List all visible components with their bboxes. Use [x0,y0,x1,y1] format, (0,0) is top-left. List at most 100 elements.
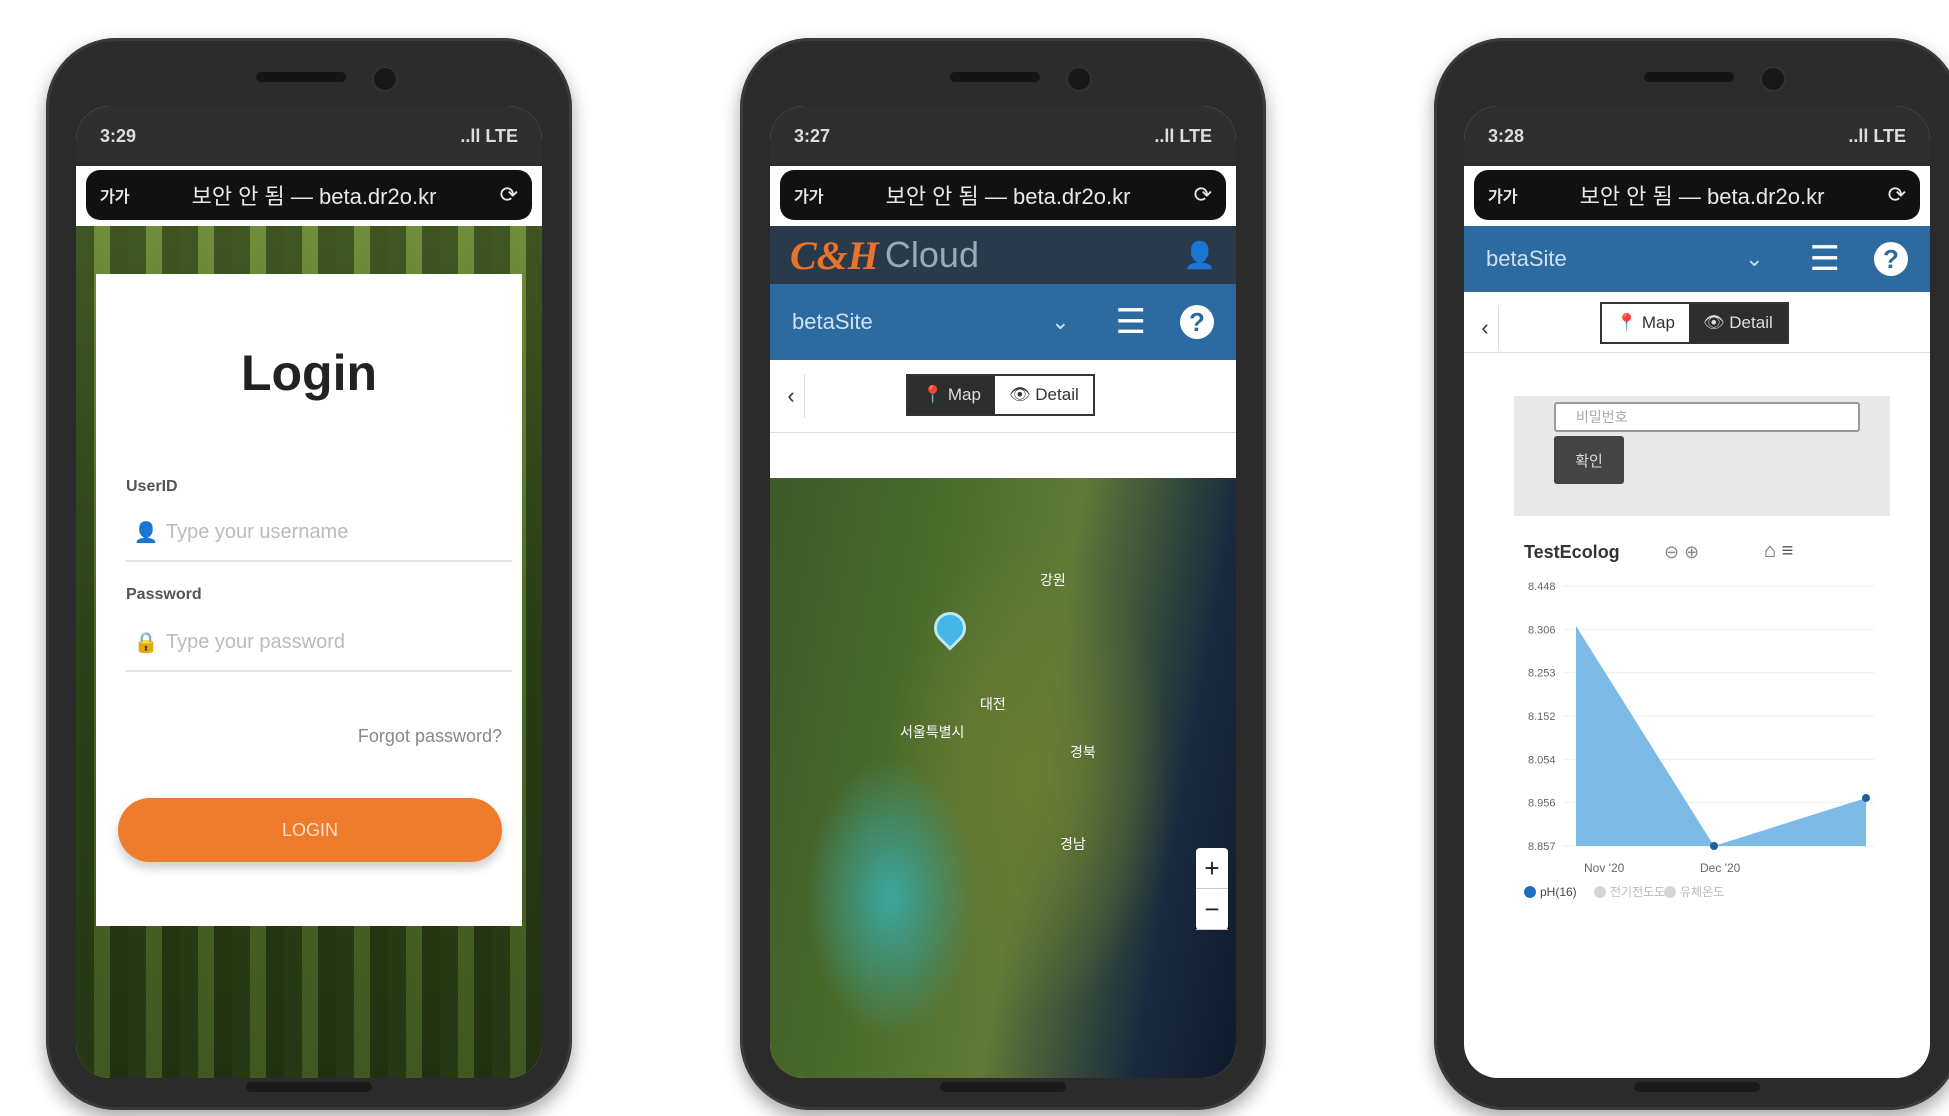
tab-map[interactable]: 📍 Map [908,376,995,414]
series-area [1576,626,1866,846]
phone-map: 3:27 ..ll LTE 가가 보안 안 됨 — beta.dr2o.kr ⟳… [740,38,1266,1110]
data-point[interactable] [1862,793,1870,802]
zoom-out-button[interactable]: − [1196,889,1228,930]
status-signal: ..ll LTE [1848,125,1906,146]
help-icon[interactable]: ? [1874,242,1908,276]
reload-icon[interactable]: ⟳ [1182,182,1212,208]
tab-map-label: Map [1641,313,1675,332]
password-placeholder: 비밀번호 [1576,409,1628,425]
tab-map-label: Map [947,385,981,404]
view-tabs: ‹ 📍 Map 👁 Detail [1464,292,1930,353]
back-icon[interactable]: ‹ [1472,306,1499,350]
reader-mode-button[interactable]: 가가 [1488,183,1528,207]
view-switch: 📍 Map 👁 Detail [1600,302,1789,344]
legend-marker[interactable] [1664,886,1676,898]
reload-icon[interactable]: ⟳ [1876,182,1906,208]
password-label: Password [126,586,202,603]
tab-detail-label: Detail [1729,313,1773,332]
satellite-map[interactable]: 강원 서울특별시 대전 경북 경남 [770,478,1236,1078]
map-label: 경남 [1060,836,1086,852]
screen: 3:28 ..ll LTE 가가 보안 안 됨 — beta.dr2o.kr ⟳… [1464,106,1930,1078]
legend-marker[interactable] [1594,886,1606,898]
userid-field[interactable]: 👤 Type your username [126,504,512,562]
site-toolbar: betaSite ⌄ ☰ ? [770,284,1236,360]
tab-detail[interactable]: 👁 Detail [1688,304,1787,342]
address-bar[interactable]: 가가 보안 안 됨 — beta.dr2o.kr ⟳ [86,170,532,220]
confirm-button[interactable]: 확인 [1554,436,1624,484]
menu-icon[interactable]: ☰ [1810,239,1840,279]
chevron-down-icon[interactable]: ⌄ [1745,246,1763,272]
tab-detail[interactable]: 👁 Detail [994,376,1093,414]
status-time: 3:28 [1488,125,1525,146]
user-icon[interactable]: 👤 [1184,240,1216,271]
login-button[interactable]: LOGIN [118,798,502,862]
screen: 3:27 ..ll LTE 가가 보안 안 됨 — beta.dr2o.kr ⟳… [770,106,1236,1078]
chart-title: TestEcolog [1524,542,1620,562]
address-bar[interactable]: 가가 보안 안 됨 — beta.dr2o.kr ⟳ [1474,170,1920,220]
legend-label[interactable]: 유체온도 [1680,885,1724,899]
status-signal: ..ll LTE [1154,125,1212,146]
data-point[interactable] [1710,842,1718,850]
page-title: Login [240,345,378,401]
back-icon[interactable]: ‹ [778,374,805,418]
site-select[interactable]: betaSite [792,309,873,335]
address-bar[interactable]: 가가 보안 안 됨 — beta.dr2o.kr ⟳ [780,170,1226,220]
map-label: 대전 [980,696,1006,712]
chart-zoom-tools[interactable]: ⊖ ⊕ [1664,542,1699,563]
phone-detail: 3:28 ..ll LTE 가가 보안 안 됨 — beta.dr2o.kr ⟳… [1434,38,1949,1110]
map-label: 경북 [1070,744,1096,760]
y-tick-label: 8.152 [1528,711,1556,723]
map-label: 서울특별시 [900,724,965,740]
reload-icon[interactable]: ⟳ [488,182,518,208]
url-text[interactable]: 보안 안 됨 — beta.dr2o.kr [1528,179,1876,211]
login-card: Login UserID 👤 Type your username Passwo… [96,274,522,926]
password-panel: 비밀번호 확인 [1514,396,1890,516]
zoom-control: + − [1196,848,1228,930]
phone-login: 3:29 ..ll LTE 가가 보안 안 됨 — beta.dr2o.kr ⟳… [46,38,572,1110]
y-tick-label: 8.253 [1528,668,1556,680]
reader-mode-button[interactable]: 가가 [794,183,834,207]
site-select[interactable]: betaSite [1486,246,1567,272]
brand-logo-part1: C&H [790,232,879,278]
x-tick-label: Dec '20 [1700,861,1741,875]
userid-label: UserID [126,478,178,495]
view-switch: 📍 Map 👁 Detail [906,374,1095,416]
speaker-grille [950,72,1040,82]
y-tick-label: 8.956 [1528,798,1556,810]
password-placeholder: Type your password [166,630,345,653]
legend-label[interactable]: 전기전도도 [1610,885,1665,899]
password-field[interactable]: 🔒 Type your password [126,614,512,672]
status-bar: 3:29 ..ll LTE [76,106,542,166]
site-toolbar: betaSite ⌄ ☰ ? [1464,226,1930,292]
front-camera [1066,66,1092,92]
url-text[interactable]: 보안 안 됨 — beta.dr2o.kr [140,179,488,211]
chart: 8.448 8.306 8.253 8.152 8.054 8.956 8.857 Nov '… [1524,581,1874,899]
tab-map[interactable]: 📍 Map [1602,304,1689,342]
chevron-down-icon[interactable]: ⌄ [1051,309,1069,335]
reader-mode-button[interactable]: 가가 [100,183,140,207]
view-tabs: ‹ 📍 Map 👁 Detail [770,360,1236,433]
speaker-grille [1644,72,1734,82]
legend-marker[interactable] [1524,886,1536,898]
screen: 3:29 ..ll LTE 가가 보안 안 됨 — beta.dr2o.kr ⟳… [76,106,542,1078]
legend-label[interactable]: pH(16) [1540,885,1577,899]
y-tick-label: 8.857 [1528,841,1556,853]
brand-logo-part2: Cloud [884,234,979,275]
lock-icon: 🔒 [133,631,159,654]
url-text[interactable]: 보안 안 됨 — beta.dr2o.kr [834,179,1182,211]
location-pin-icon[interactable] [927,605,973,651]
menu-icon[interactable]: ☰ [1116,302,1146,342]
status-time: 3:29 [100,125,137,146]
chart-menu-tools[interactable]: ⌂ ≡ [1764,540,1793,563]
status-signal: ..ll LTE [460,125,518,146]
y-tick-label: 8.306 [1528,624,1556,636]
zoom-in-button[interactable]: + [1196,848,1228,889]
password-input[interactable]: 비밀번호 [1554,402,1860,432]
userid-placeholder: Type your username [166,520,349,543]
forgot-password-link[interactable]: Forgot password? [358,726,502,747]
map-label: 강원 [1040,572,1066,588]
y-tick-label: 8.448 [1528,581,1556,593]
help-icon[interactable]: ? [1180,305,1214,339]
y-tick-label: 8.054 [1528,754,1556,766]
brand-header: C&H Cloud 👤 [770,226,1236,284]
